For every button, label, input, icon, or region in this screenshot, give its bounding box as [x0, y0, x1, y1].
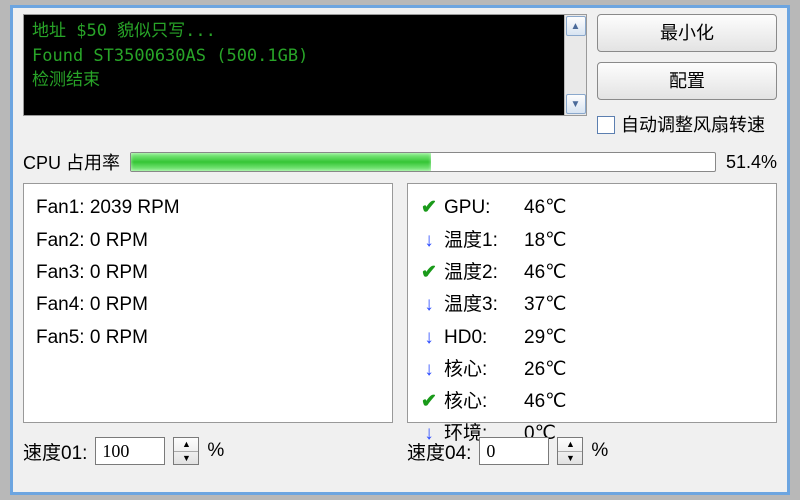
- sensor-value: 46℃: [524, 257, 566, 289]
- sensor-line: ↓核心:26℃: [420, 354, 764, 386]
- sensor-line: ↓温度1:18℃: [420, 225, 764, 257]
- fan-panel: Fan1: 2039 RPMFan2: 0 RPMFan3: 0 RPMFan4…: [23, 183, 393, 423]
- console-wrap: 地址 $50 貌似只写... Found ST3500630AS (500.1G…: [23, 14, 587, 116]
- spin-down-icon[interactable]: ▼: [174, 452, 198, 465]
- sensor-label: 核心:: [444, 386, 518, 418]
- auto-fan-checkbox[interactable]: [597, 116, 615, 134]
- cpu-usage-label: CPU 占用率: [23, 149, 120, 175]
- speed-04-label: 速度04:: [407, 438, 471, 465]
- speed-01-label: 速度01:: [23, 438, 87, 465]
- console-line: 地址 $50 貌似只写...: [32, 21, 216, 41]
- sensor-line: ✔温度2:46℃: [420, 257, 764, 289]
- fan-line: Fan4: 0 RPM: [36, 289, 380, 321]
- arrow-down-icon: ↓: [420, 289, 438, 321]
- config-button[interactable]: 配置: [597, 62, 777, 100]
- auto-fan-row: 自动调整风扇转速: [597, 114, 777, 137]
- sensor-label: GPU:: [444, 192, 518, 224]
- speed-04-input[interactable]: [479, 437, 549, 465]
- speed-row: 速度01: ▲▼ % 速度04: ▲▼ %: [23, 437, 777, 465]
- scroll-down-button[interactable]: ▼: [566, 94, 586, 114]
- speed-01-group: 速度01: ▲▼ %: [23, 437, 393, 465]
- fan-line: Fan2: 0 RPM: [36, 225, 380, 257]
- sensor-line: ↓温度3:37℃: [420, 289, 764, 321]
- console-line: Found ST3500630AS (500.1GB): [32, 46, 308, 66]
- check-icon: ✔: [420, 386, 438, 418]
- sensor-label: HD0:: [444, 322, 518, 354]
- speed-04-unit: %: [591, 440, 608, 462]
- speed-01-input[interactable]: [95, 437, 165, 465]
- speed-01-spinner[interactable]: ▲▼: [173, 437, 199, 465]
- check-icon: ✔: [420, 257, 438, 289]
- sensor-value: 46℃: [524, 386, 566, 418]
- cpu-usage-value: 51.4%: [726, 152, 777, 173]
- cpu-usage-bar: [130, 152, 716, 172]
- arrow-down-icon: ↓: [420, 354, 438, 386]
- speed-04-spinner[interactable]: ▲▼: [557, 437, 583, 465]
- top-row: 地址 $50 貌似只写... Found ST3500630AS (500.1G…: [23, 14, 777, 137]
- spin-up-icon[interactable]: ▲: [558, 438, 582, 452]
- sensor-value: 37℃: [524, 289, 566, 321]
- spin-up-icon[interactable]: ▲: [174, 438, 198, 452]
- spin-down-icon[interactable]: ▼: [558, 452, 582, 465]
- sensor-line: ✔GPU:46℃: [420, 192, 764, 224]
- fan-line: Fan3: 0 RPM: [36, 257, 380, 289]
- panels-row: Fan1: 2039 RPMFan2: 0 RPMFan3: 0 RPMFan4…: [23, 183, 777, 423]
- console-scrollbar[interactable]: ▲ ▼: [564, 15, 586, 115]
- fan-line: Fan5: 0 RPM: [36, 322, 380, 354]
- sensor-label: 温度1:: [444, 225, 518, 257]
- sensor-label: 温度3:: [444, 289, 518, 321]
- cpu-usage-fill: [131, 153, 431, 171]
- arrow-down-icon: ↓: [420, 225, 438, 257]
- arrow-down-icon: ↓: [420, 322, 438, 354]
- app-window: 地址 $50 貌似只写... Found ST3500630AS (500.1G…: [10, 5, 790, 495]
- sensor-value: 29℃: [524, 322, 566, 354]
- fan-line: Fan1: 2039 RPM: [36, 192, 380, 224]
- sensor-line: ✔核心:46℃: [420, 386, 764, 418]
- scroll-up-button[interactable]: ▲: [566, 16, 586, 36]
- minimize-button[interactable]: 最小化: [597, 14, 777, 52]
- side-column: 最小化 配置 自动调整风扇转速: [597, 14, 777, 137]
- speed-04-group: 速度04: ▲▼ %: [407, 437, 777, 465]
- cpu-usage-row: CPU 占用率 51.4%: [23, 149, 777, 175]
- console-line: 检测结束: [32, 70, 100, 90]
- auto-fan-label: 自动调整风扇转速: [621, 114, 765, 137]
- sensor-label: 核心:: [444, 354, 518, 386]
- sensor-label: 温度2:: [444, 257, 518, 289]
- sensor-value: 46℃: [524, 192, 566, 224]
- check-icon: ✔: [420, 192, 438, 224]
- sensor-value: 18℃: [524, 225, 566, 257]
- log-console: 地址 $50 貌似只写... Found ST3500630AS (500.1G…: [24, 15, 564, 115]
- sensor-panel: ✔GPU:46℃↓温度1:18℃✔温度2:46℃↓温度3:37℃↓HD0:29℃…: [407, 183, 777, 423]
- sensor-line: ↓HD0:29℃: [420, 322, 764, 354]
- speed-01-unit: %: [207, 440, 224, 462]
- sensor-value: 26℃: [524, 354, 566, 386]
